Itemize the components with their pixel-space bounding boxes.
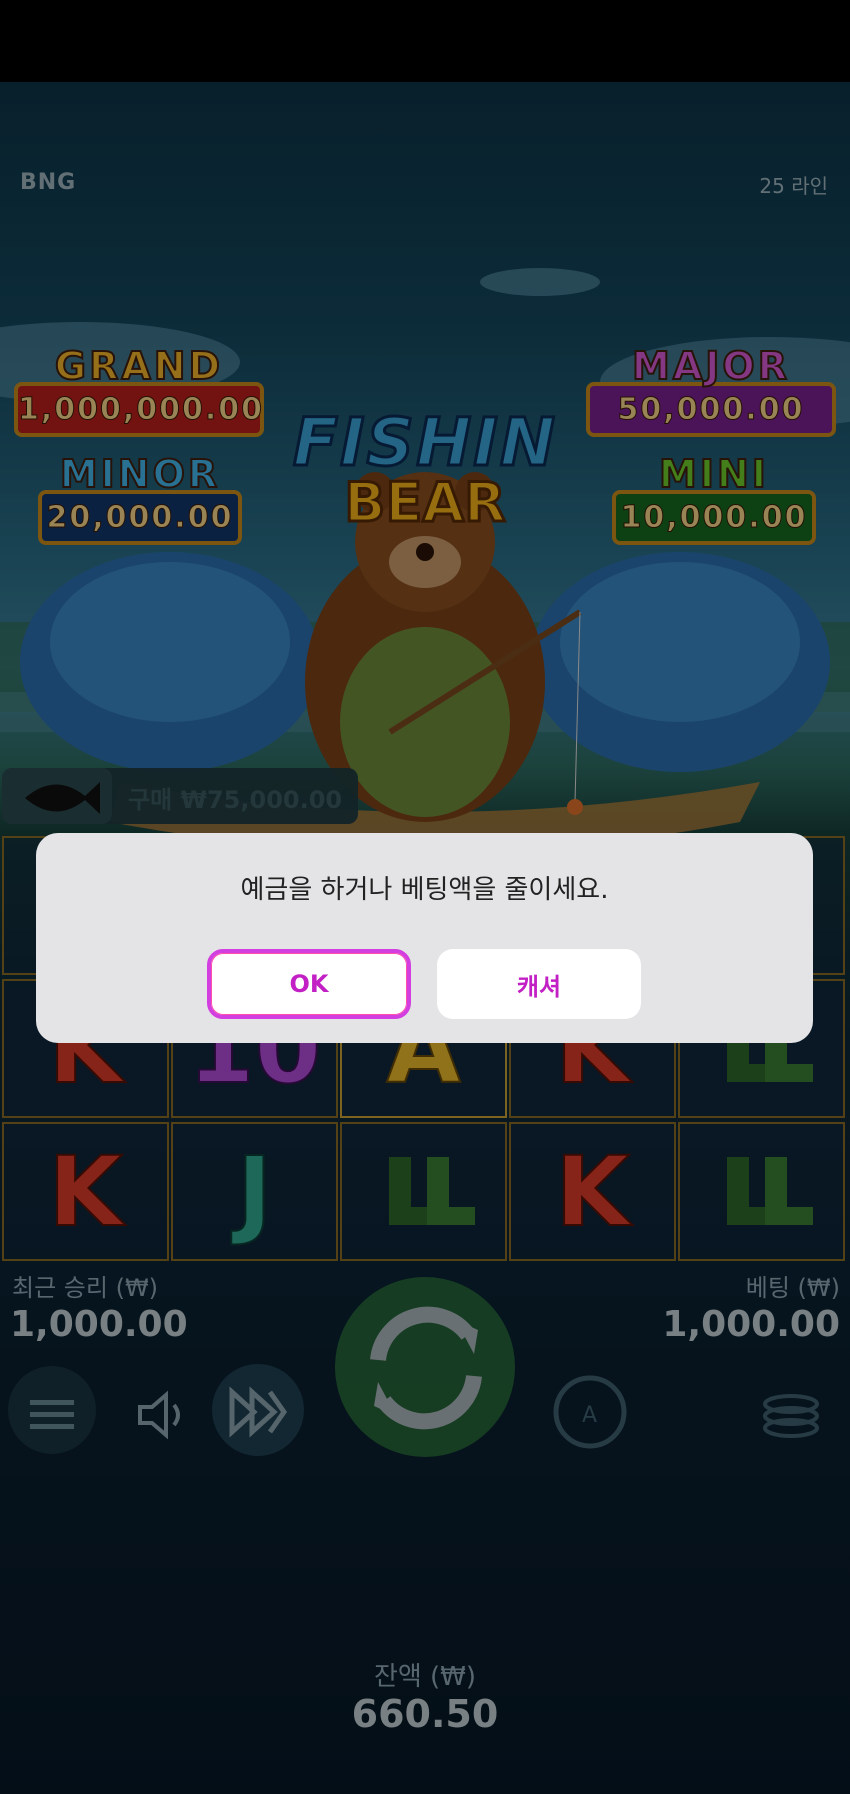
turbo-button[interactable] bbox=[212, 1366, 304, 1458]
game-screen: BNG 25 라인 GRAND 1,000,000.00 MAJOR 50,00… bbox=[0, 0, 850, 1794]
jackpot-minor: MINOR 20,000.00 bbox=[38, 451, 242, 545]
speaker-icon bbox=[138, 1390, 180, 1440]
spin-icon bbox=[370, 1306, 482, 1430]
boots-icon bbox=[388, 1156, 475, 1225]
svg-text:A: A bbox=[582, 1403, 597, 1428]
reel-cell: J bbox=[171, 1122, 338, 1261]
last-win-label: 최근 승리 (₩) bbox=[12, 1274, 159, 1302]
jackpot-grand-value: 1,000,000.00 bbox=[14, 382, 264, 437]
game-logo: FISHIN BEAR bbox=[270, 403, 580, 554]
balance-value: 660.50 bbox=[351, 1692, 499, 1736]
jackpot-major-value: 50,000.00 bbox=[586, 382, 836, 437]
jackpot-minor-title: MINOR bbox=[59, 451, 221, 497]
ok-button[interactable]: OK bbox=[207, 949, 411, 1019]
jackpot-grand: GRAND 1,000,000.00 bbox=[14, 343, 264, 437]
boots-icon bbox=[726, 1156, 813, 1225]
coins-icon bbox=[763, 1394, 819, 1438]
autoplay-button[interactable]: A bbox=[560, 1380, 626, 1446]
cashier-button[interactable]: 캐셔 bbox=[437, 949, 641, 1019]
reel-cell-boots bbox=[678, 1122, 845, 1261]
jackpot-mini-value: 10,000.00 bbox=[612, 490, 816, 545]
paylines-label: 25 라인 bbox=[759, 174, 828, 198]
menu-button[interactable] bbox=[8, 1370, 96, 1458]
reel-cell: K bbox=[509, 1122, 676, 1261]
jackpot-mini: MINI 10,000.00 bbox=[612, 451, 816, 545]
bet-stack-button[interactable] bbox=[756, 1384, 826, 1444]
autoplay-icon: A bbox=[582, 1403, 597, 1428]
dialog-message: 예금을 하거나 베팅액을 줄이세요. bbox=[240, 875, 609, 905]
jackpot-minor-value: 20,000.00 bbox=[38, 490, 242, 545]
last-win-value: 1,000.00 bbox=[10, 1304, 188, 1345]
spin-button[interactable] bbox=[338, 1280, 514, 1456]
insufficient-funds-dialog: 예금을 하거나 베팅액을 줄이세요. OK 캐셔 bbox=[36, 833, 813, 1043]
buy-feature-button[interactable]: 구매 ₩75,000.00 bbox=[128, 780, 342, 815]
logo-line-1: FISHIN bbox=[291, 403, 558, 483]
sound-button[interactable] bbox=[132, 1385, 192, 1445]
balance-label: 잔액 (₩) bbox=[373, 1662, 477, 1692]
fast-forward-icon bbox=[229, 1386, 288, 1438]
jackpot-major: MAJOR 50,000.00 bbox=[586, 343, 836, 437]
reel-cell-boots bbox=[340, 1122, 507, 1261]
bet-label: 베팅 (₩) bbox=[745, 1274, 840, 1302]
status-bar bbox=[0, 0, 850, 82]
brand-logo: BNG bbox=[20, 170, 77, 195]
hamburger-icon bbox=[30, 1400, 74, 1429]
reel-cell: K bbox=[2, 1122, 169, 1261]
bet-value[interactable]: 1,000.00 bbox=[662, 1304, 840, 1345]
